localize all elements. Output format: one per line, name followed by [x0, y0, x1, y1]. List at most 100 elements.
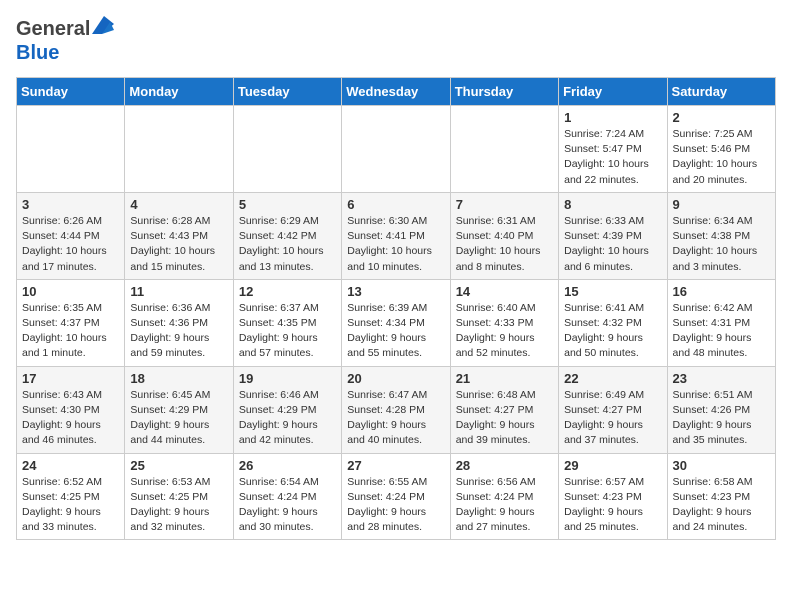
day-number: 22 — [564, 371, 661, 386]
day-number: 15 — [564, 284, 661, 299]
day-info: Sunrise: 6:40 AM Sunset: 4:33 PM Dayligh… — [456, 301, 553, 362]
day-number: 19 — [239, 371, 336, 386]
page-header: General Blue — [16, 16, 776, 65]
calendar-cell: 21Sunrise: 6:48 AM Sunset: 4:27 PM Dayli… — [450, 366, 558, 453]
calendar-cell: 8Sunrise: 6:33 AM Sunset: 4:39 PM Daylig… — [559, 192, 667, 279]
calendar-cell: 10 Sunrise: 6:35 AM Sunset: 4:37 PM Dayli… — [17, 279, 125, 366]
calendar-cell: 6Sunrise: 6:30 AM Sunset: 4:41 PM Daylig… — [342, 192, 450, 279]
day-info: Sunrise: 6:26 AM Sunset: 4:44 PM Dayligh… — [22, 214, 119, 275]
logo: General Blue — [16, 16, 114, 65]
day-info: Sunrise: 6:31 AM Sunset: 4:40 PM Dayligh… — [456, 214, 553, 275]
calendar-week-row: 24 Sunrise: 6:52 AM Sunset: 4:25 PM Dayli… — [17, 453, 776, 540]
calendar-cell: 29 Sunrise: 6:57 AM Sunset: 4:23 PM Dayli… — [559, 453, 667, 540]
calendar-cell: 30 Sunrise: 6:58 AM Sunset: 4:23 PM Dayli… — [667, 453, 775, 540]
day-info: Sunrise: 6:36 AM Sunset: 4:36 PM Dayligh… — [130, 301, 227, 362]
calendar-cell: 27 Sunrise: 6:55 AM Sunset: 4:24 PM Dayli… — [342, 453, 450, 540]
calendar-cell: 3 Sunrise: 6:26 AM Sunset: 4:44 PM Daylig… — [17, 192, 125, 279]
day-number: 9 — [673, 197, 770, 212]
day-info: Sunrise: 7:24 AM Sunset: 5:47 PM Dayligh… — [564, 127, 661, 188]
day-info: Sunrise: 6:35 AM Sunset: 4:37 PM Dayligh… — [22, 301, 119, 362]
day-info: Sunrise: 6:34 AM Sunset: 4:38 PM Dayligh… — [673, 214, 770, 275]
calendar-cell: 11 Sunrise: 6:36 AM Sunset: 4:36 PM Dayli… — [125, 279, 233, 366]
calendar-cell: 2 Sunrise: 7:25 AM Sunset: 5:46 PM Daylig… — [667, 106, 775, 193]
day-number: 3 — [22, 197, 119, 212]
calendar-cell — [125, 106, 233, 193]
day-number: 20 — [347, 371, 444, 386]
day-number: 16 — [673, 284, 770, 299]
day-info: Sunrise: 6:46 AM Sunset: 4:29 PM Dayligh… — [239, 388, 336, 449]
logo-bird-icon — [92, 16, 114, 36]
calendar-day-header: Sunday — [17, 78, 125, 106]
day-number: 23 — [673, 371, 770, 386]
calendar-week-row: 3 Sunrise: 6:26 AM Sunset: 4:44 PM Daylig… — [17, 192, 776, 279]
calendar-week-row: 17 Sunrise: 6:43 AM Sunset: 4:30 PM Dayli… — [17, 366, 776, 453]
day-number: 2 — [673, 110, 770, 125]
calendar-day-header: Thursday — [450, 78, 558, 106]
day-info: Sunrise: 6:51 AM Sunset: 4:26 PM Dayligh… — [673, 388, 770, 449]
day-info: Sunrise: 6:48 AM Sunset: 4:27 PM Dayligh… — [456, 388, 553, 449]
calendar-cell: 22Sunrise: 6:49 AM Sunset: 4:27 PM Dayli… — [559, 366, 667, 453]
calendar-cell — [342, 106, 450, 193]
day-number: 14 — [456, 284, 553, 299]
day-info: Sunrise: 6:52 AM Sunset: 4:25 PM Dayligh… — [22, 475, 119, 536]
day-info: Sunrise: 7:25 AM Sunset: 5:46 PM Dayligh… — [673, 127, 770, 188]
day-number: 29 — [564, 458, 661, 473]
day-info: Sunrise: 6:53 AM Sunset: 4:25 PM Dayligh… — [130, 475, 227, 536]
day-number: 25 — [130, 458, 227, 473]
calendar-cell — [450, 106, 558, 193]
calendar-cell: 5 Sunrise: 6:29 AM Sunset: 4:42 PM Daylig… — [233, 192, 341, 279]
calendar-day-header: Tuesday — [233, 78, 341, 106]
day-info: Sunrise: 6:45 AM Sunset: 4:29 PM Dayligh… — [130, 388, 227, 449]
day-info: Sunrise: 6:55 AM Sunset: 4:24 PM Dayligh… — [347, 475, 444, 536]
day-info: Sunrise: 6:43 AM Sunset: 4:30 PM Dayligh… — [22, 388, 119, 449]
day-number: 30 — [673, 458, 770, 473]
calendar-cell: 15 Sunrise: 6:41 AM Sunset: 4:32 PM Dayli… — [559, 279, 667, 366]
day-number: 7 — [456, 197, 553, 212]
day-info: Sunrise: 6:54 AM Sunset: 4:24 PM Dayligh… — [239, 475, 336, 536]
day-number: 27 — [347, 458, 444, 473]
calendar-cell: 14 Sunrise: 6:40 AM Sunset: 4:33 PM Dayli… — [450, 279, 558, 366]
calendar-cell: 7 Sunrise: 6:31 AM Sunset: 4:40 PM Daylig… — [450, 192, 558, 279]
day-number: 12 — [239, 284, 336, 299]
day-info: Sunrise: 6:56 AM Sunset: 4:24 PM Dayligh… — [456, 475, 553, 536]
calendar-cell: 18 Sunrise: 6:45 AM Sunset: 4:29 PM Dayli… — [125, 366, 233, 453]
calendar-cell: 12Sunrise: 6:37 AM Sunset: 4:35 PM Dayli… — [233, 279, 341, 366]
day-number: 11 — [130, 284, 227, 299]
calendar-cell: 16 Sunrise: 6:42 AM Sunset: 4:31 PM Dayli… — [667, 279, 775, 366]
day-number: 24 — [22, 458, 119, 473]
calendar-cell: 26 Sunrise: 6:54 AM Sunset: 4:24 PM Dayli… — [233, 453, 341, 540]
calendar-day-header: Monday — [125, 78, 233, 106]
calendar-cell: 23 Sunrise: 6:51 AM Sunset: 4:26 PM Dayli… — [667, 366, 775, 453]
calendar-table: SundayMondayTuesdayWednesdayThursdayFrid… — [16, 77, 776, 540]
day-number: 4 — [130, 197, 227, 212]
day-info: Sunrise: 6:42 AM Sunset: 4:31 PM Dayligh… — [673, 301, 770, 362]
day-info: Sunrise: 6:39 AM Sunset: 4:34 PM Dayligh… — [347, 301, 444, 362]
logo-blue-text: Blue — [16, 42, 59, 64]
calendar-week-row: 1 Sunrise: 7:24 AM Sunset: 5:47 PM Daylig… — [17, 106, 776, 193]
calendar-cell: 1 Sunrise: 7:24 AM Sunset: 5:47 PM Daylig… — [559, 106, 667, 193]
calendar-cell: 28Sunrise: 6:56 AM Sunset: 4:24 PM Dayli… — [450, 453, 558, 540]
calendar-day-header: Friday — [559, 78, 667, 106]
calendar-cell: 13Sunrise: 6:39 AM Sunset: 4:34 PM Dayli… — [342, 279, 450, 366]
day-info: Sunrise: 6:28 AM Sunset: 4:43 PM Dayligh… — [130, 214, 227, 275]
calendar-week-row: 10 Sunrise: 6:35 AM Sunset: 4:37 PM Dayli… — [17, 279, 776, 366]
calendar-day-header: Wednesday — [342, 78, 450, 106]
calendar-cell: 17 Sunrise: 6:43 AM Sunset: 4:30 PM Dayli… — [17, 366, 125, 453]
day-number: 10 — [22, 284, 119, 299]
day-number: 5 — [239, 197, 336, 212]
day-number: 17 — [22, 371, 119, 386]
calendar-cell: 19 Sunrise: 6:46 AM Sunset: 4:29 PM Dayli… — [233, 366, 341, 453]
day-number: 18 — [130, 371, 227, 386]
calendar-cell: 25 Sunrise: 6:53 AM Sunset: 4:25 PM Dayli… — [125, 453, 233, 540]
day-number: 1 — [564, 110, 661, 125]
logo-general-text: General — [16, 18, 90, 41]
day-info: Sunrise: 6:29 AM Sunset: 4:42 PM Dayligh… — [239, 214, 336, 275]
day-info: Sunrise: 6:41 AM Sunset: 4:32 PM Dayligh… — [564, 301, 661, 362]
day-number: 26 — [239, 458, 336, 473]
calendar-cell: 4 Sunrise: 6:28 AM Sunset: 4:43 PM Daylig… — [125, 192, 233, 279]
day-info: Sunrise: 6:58 AM Sunset: 4:23 PM Dayligh… — [673, 475, 770, 536]
day-number: 8 — [564, 197, 661, 212]
day-info: Sunrise: 6:30 AM Sunset: 4:41 PM Dayligh… — [347, 214, 444, 275]
calendar-header-row: SundayMondayTuesdayWednesdayThursdayFrid… — [17, 78, 776, 106]
day-info: Sunrise: 6:57 AM Sunset: 4:23 PM Dayligh… — [564, 475, 661, 536]
